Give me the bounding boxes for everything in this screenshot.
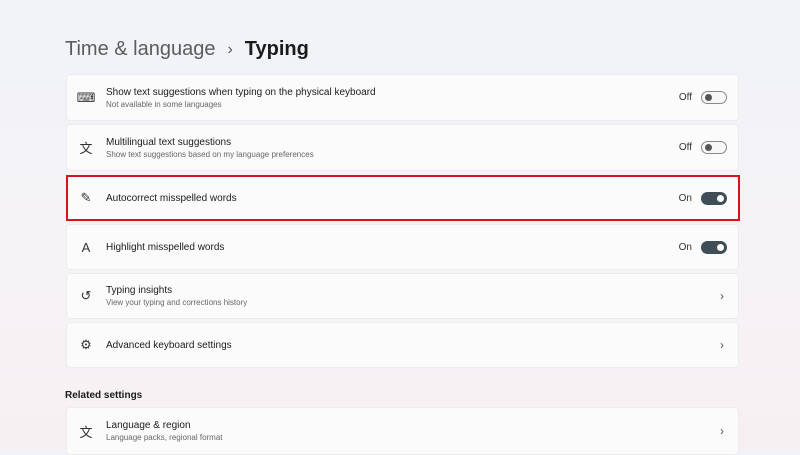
autocorrect-icon: ✎ bbox=[80, 190, 92, 205]
chevron-right-icon: › bbox=[720, 338, 724, 352]
breadcrumb-separator: › bbox=[227, 40, 233, 58]
highlight-misspelled-toggle[interactable] bbox=[701, 240, 727, 254]
setting-advanced-keyboard[interactable]: ⚙ Advanced keyboard settings › bbox=[66, 322, 739, 368]
toggle-state: Off bbox=[678, 92, 692, 103]
setting-autocorrect: ✎ Autocorrect misspelled words On bbox=[66, 176, 739, 220]
setting-language-region[interactable]: 文 Language & region Language packs, regio… bbox=[66, 407, 739, 455]
setting-label: Advanced keyboard settings bbox=[106, 339, 232, 351]
setting-label: Autocorrect misspelled words bbox=[106, 192, 237, 204]
autocorrect-toggle[interactable] bbox=[701, 191, 727, 205]
chevron-right-icon: › bbox=[720, 289, 724, 303]
setting-description: Not available in some languages bbox=[106, 99, 222, 109]
setting-description: Language packs, regional format bbox=[106, 433, 223, 442]
multilingual-toggle[interactable] bbox=[701, 141, 727, 154]
setting-label: Language & region bbox=[106, 420, 191, 431]
toggle-state: On bbox=[678, 241, 692, 253]
highlight-icon: A bbox=[81, 239, 91, 255]
history-icon: ↺ bbox=[80, 288, 92, 303]
chevron-right-icon: › bbox=[720, 424, 724, 438]
toggle-state: Off bbox=[678, 142, 692, 153]
setting-typing-insights[interactable]: ↺ Typing insights View your typing and co… bbox=[66, 273, 739, 319]
setting-text-suggestions: ⌨ Show text suggestions when typing on t… bbox=[66, 74, 739, 121]
language-icon: 文 bbox=[79, 141, 93, 156]
setting-multilingual: 文 Multilingual text suggestions Show text… bbox=[66, 124, 739, 171]
keyboard-icon: ⌨ bbox=[76, 89, 96, 105]
toggle-state: On bbox=[678, 192, 692, 204]
text-suggestions-toggle[interactable] bbox=[701, 91, 727, 104]
page-title: Typing bbox=[244, 38, 309, 60]
setting-label: Typing insights bbox=[106, 285, 173, 296]
related-settings-heading: Related settings bbox=[65, 390, 143, 401]
breadcrumb-parent[interactable]: Time & language bbox=[65, 38, 215, 61]
setting-label: Highlight misspelled words bbox=[106, 241, 225, 253]
setting-description: View your typing and corrections history bbox=[106, 298, 248, 307]
setting-highlight-misspelled: A Highlight misspelled words On bbox=[66, 224, 739, 270]
gear-icon: ⚙ bbox=[80, 337, 92, 352]
setting-description: Show text suggestions based on my langua… bbox=[106, 149, 314, 159]
breadcrumb: Time & language › Typing bbox=[65, 38, 309, 61]
language-icon: 文 bbox=[79, 424, 93, 440]
setting-label: Show text suggestions when typing on the… bbox=[106, 86, 376, 98]
setting-label: Multilingual text suggestions bbox=[106, 136, 232, 148]
